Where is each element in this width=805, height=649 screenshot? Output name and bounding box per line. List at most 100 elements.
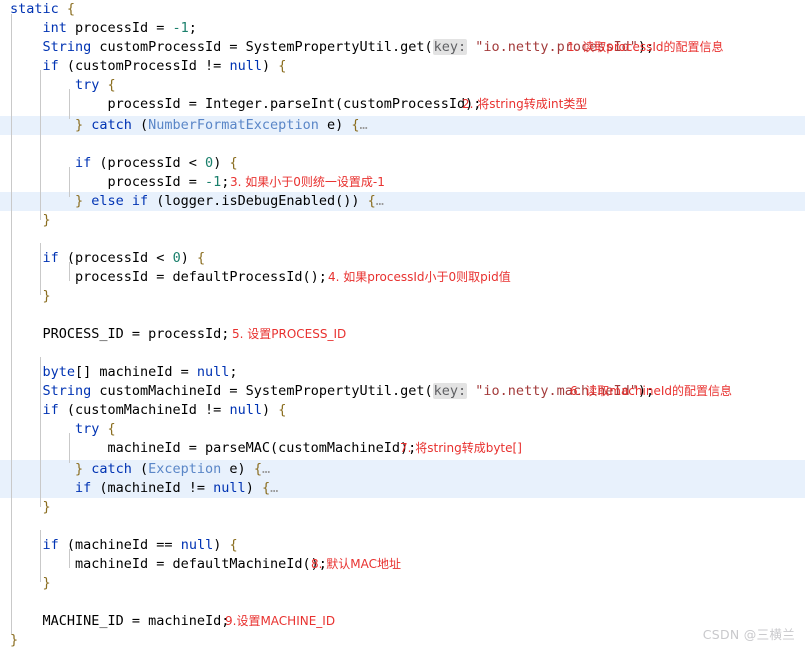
code-token-plain: get — [400, 39, 425, 55]
code-line[interactable]: String customProcessId = SystemPropertyU… — [42, 38, 654, 57]
code-line[interactable]: } catch (NumberFormatException e) {… — [75, 116, 368, 135]
code-token-cls: NumberFormatException — [148, 117, 319, 133]
code-token-kw: if — [74, 155, 92, 171]
code-line[interactable]: try { — [75, 420, 116, 439]
code-annotation-7: 7. 将string转成byte[] — [400, 441, 522, 455]
code-token-brace: { — [229, 155, 238, 171]
code-token-plain: customProcessId = SystemPropertyUtil. — [91, 39, 401, 55]
code-token-punc: (); — [302, 269, 327, 285]
code-token-kw: try — [74, 77, 100, 93]
code-token-kw: if — [42, 250, 59, 266]
code-token-plain: ) — [261, 58, 279, 74]
code-line[interactable]: String customMachineId = SystemPropertyU… — [42, 382, 654, 401]
code-token-kw: null — [196, 364, 230, 380]
code-line[interactable]: machineId = parseMAC(customMachineId); — [107, 439, 416, 458]
code-line[interactable]: int processId = -1; — [42, 19, 196, 38]
code-line[interactable]: if (machineId != null) {… — [75, 479, 278, 498]
code-token-plain: machineId = — [107, 440, 205, 456]
code-annotation-5: 5. 设置PROCESS_ID — [232, 327, 347, 341]
indent-guide — [11, 14, 12, 634]
code-line[interactable]: if (customProcessId != null) { — [42, 57, 286, 76]
code-token-plain: (customProcessId — [58, 58, 206, 74]
code-line[interactable]: } — [42, 287, 50, 306]
code-token-kw: static — [10, 1, 59, 17]
code-line[interactable]: PROCESS_ID = processId; — [42, 325, 229, 344]
code-token-plain: e) — [318, 117, 352, 133]
code-token-plain: (processId — [91, 155, 189, 171]
code-token-plain: (processId — [58, 250, 157, 266]
code-token-plain: ) — [213, 537, 230, 553]
code-token-kw: if — [42, 58, 59, 74]
code-annotation-3: 3. 如果小于0则统一设置成-1 — [230, 175, 385, 189]
code-line[interactable]: machineId = defaultMachineId(); — [75, 555, 327, 574]
code-token-punc: ()) — [335, 193, 368, 209]
code-token-brace: } — [74, 193, 84, 209]
code-token-fold: … — [359, 117, 368, 133]
code-line[interactable]: } catch (Exception e) {… — [75, 460, 270, 479]
code-token-plain: PROCESS_ID = processId; — [42, 326, 230, 342]
indent-guide — [40, 530, 41, 582]
code-token-plain: < — [188, 155, 197, 171]
code-token-plain: MACHINE_ID = machineId; — [42, 613, 230, 629]
code-line[interactable]: if (customMachineId != null) { — [42, 401, 286, 420]
code-token-brace: } — [42, 575, 51, 591]
code-token-punc: ( — [131, 461, 149, 477]
code-token-kw: null — [229, 58, 262, 74]
code-token-num: -1 — [172, 20, 189, 36]
code-annotation-9: 9.设置MACHINE_ID — [225, 614, 336, 628]
code-line[interactable]: static { — [10, 0, 75, 19]
code-line[interactable]: if (machineId == null) { — [42, 536, 237, 555]
code-token-plain: parseInt — [270, 96, 336, 112]
code-token-brace: } — [42, 288, 51, 304]
code-line[interactable]: try { — [75, 76, 116, 95]
code-token-brace: } — [10, 632, 19, 648]
code-line[interactable]: processId = -1; — [107, 173, 229, 192]
code-token-kw: if — [74, 480, 92, 496]
code-line[interactable]: MACHINE_ID = machineId; — [42, 612, 229, 631]
code-token-plain: (machineId — [58, 537, 157, 553]
code-line[interactable]: processId = defaultProcessId(); — [75, 268, 327, 287]
code-line[interactable]: } — [42, 498, 50, 517]
code-line[interactable]: } — [42, 574, 50, 593]
indent-guide — [69, 433, 70, 463]
code-token-punc: ( — [424, 383, 433, 399]
code-token-punc: ; — [229, 364, 238, 380]
code-annotation-2: 2. 将string转成int类型 — [462, 97, 588, 111]
code-token-plain: (customMachineId — [58, 402, 206, 418]
code-token-kw: if — [42, 537, 59, 553]
code-token-brace: { — [367, 193, 376, 209]
code-token-kw: if — [131, 193, 149, 209]
code-line[interactable]: } — [42, 211, 50, 230]
code-line[interactable]: if (processId < 0) { — [75, 154, 238, 173]
indent-guide — [40, 70, 41, 220]
code-token-brace: { — [278, 402, 287, 418]
code-token-brace: { — [66, 1, 76, 17]
code-token-plain: defaultProcessId — [172, 269, 303, 285]
code-token-brace: } — [74, 117, 84, 133]
code-token-fold: … — [270, 480, 279, 496]
code-line[interactable]: } else if (logger.isDebugEnabled()) {… — [75, 192, 384, 211]
code-line[interactable]: if (processId < 0) { — [42, 249, 205, 268]
code-token-plain: processId = Integer. — [107, 96, 270, 112]
csdn-watermark: CSDN @三横兰 — [702, 627, 795, 642]
code-token-plain: parseMAC — [204, 440, 271, 456]
code-token-brace: } — [42, 212, 51, 228]
code-line[interactable]: } — [10, 631, 18, 649]
code-token-brace: { — [196, 250, 206, 266]
code-token-punc: ( — [424, 39, 433, 55]
code-token-type: byte — [42, 364, 75, 380]
code-token-plain: defaultMachineId — [172, 556, 303, 572]
indent-guide — [69, 167, 70, 197]
code-annotation-4: 4. 如果processId小于0则取pid值 — [328, 270, 511, 284]
indent-guide — [69, 89, 70, 119]
code-line[interactable]: byte[] machineId = null; — [42, 363, 237, 382]
code-line[interactable]: processId = Integer.parseInt(customProce… — [107, 95, 481, 114]
indent-guide — [40, 243, 41, 295]
code-token-plain: processId = — [66, 20, 173, 36]
code-token-paramhint: key: — [432, 383, 468, 399]
